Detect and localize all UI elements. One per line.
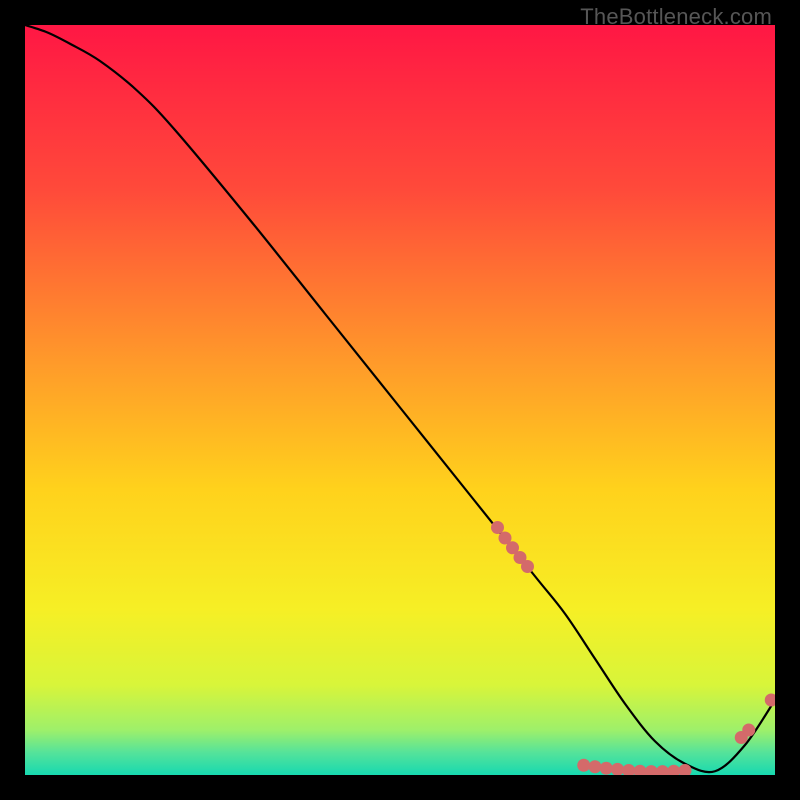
data-dot xyxy=(577,759,590,772)
data-dot xyxy=(600,762,613,775)
data-dot xyxy=(589,760,602,773)
data-dot xyxy=(491,521,504,534)
data-dot xyxy=(521,560,534,573)
watermark-label: TheBottleneck.com xyxy=(580,4,772,30)
chart-frame: TheBottleneck.com xyxy=(0,0,800,800)
data-dot xyxy=(742,724,755,737)
bottleneck-chart xyxy=(25,25,775,775)
chart-background xyxy=(25,25,775,775)
